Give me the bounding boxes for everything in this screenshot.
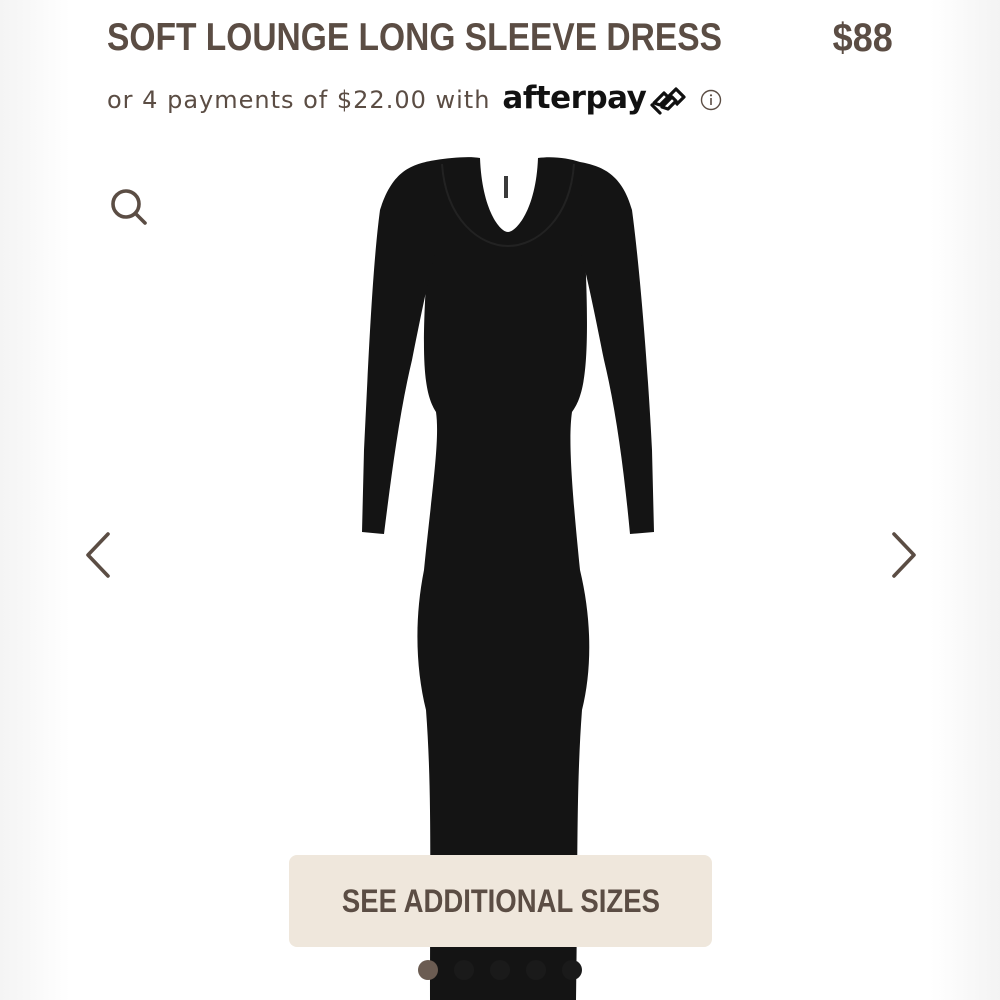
afterpay-arrows-icon bbox=[650, 87, 686, 115]
afterpay-logo[interactable]: afterpay bbox=[502, 80, 688, 118]
pagination-dot[interactable] bbox=[418, 960, 438, 980]
gallery-pagination bbox=[418, 960, 582, 980]
search-icon[interactable] bbox=[108, 186, 148, 226]
see-additional-sizes-label: SEE ADDITIONAL SIZES bbox=[341, 882, 660, 919]
see-additional-sizes-button[interactable]: SEE ADDITIONAL SIZES bbox=[289, 855, 712, 947]
afterpay-installments: or 4 payments of $22.00 with afterpay bbox=[107, 80, 722, 120]
pagination-dot[interactable] bbox=[526, 960, 546, 980]
pagination-dot[interactable] bbox=[490, 960, 510, 980]
afterpay-wordmark: afterpay bbox=[502, 80, 647, 116]
product-price: $88 bbox=[832, 16, 893, 60]
pagination-dot[interactable] bbox=[454, 960, 474, 980]
installment-text: or 4 payments of $22.00 with bbox=[107, 86, 491, 114]
chevron-right-icon[interactable] bbox=[888, 530, 918, 580]
info-icon[interactable] bbox=[700, 89, 722, 111]
chevron-left-icon[interactable] bbox=[84, 530, 114, 580]
pagination-dot[interactable] bbox=[562, 960, 582, 980]
product-title: SOFT LOUNGE LONG SLEEVE DRESS bbox=[107, 16, 722, 59]
